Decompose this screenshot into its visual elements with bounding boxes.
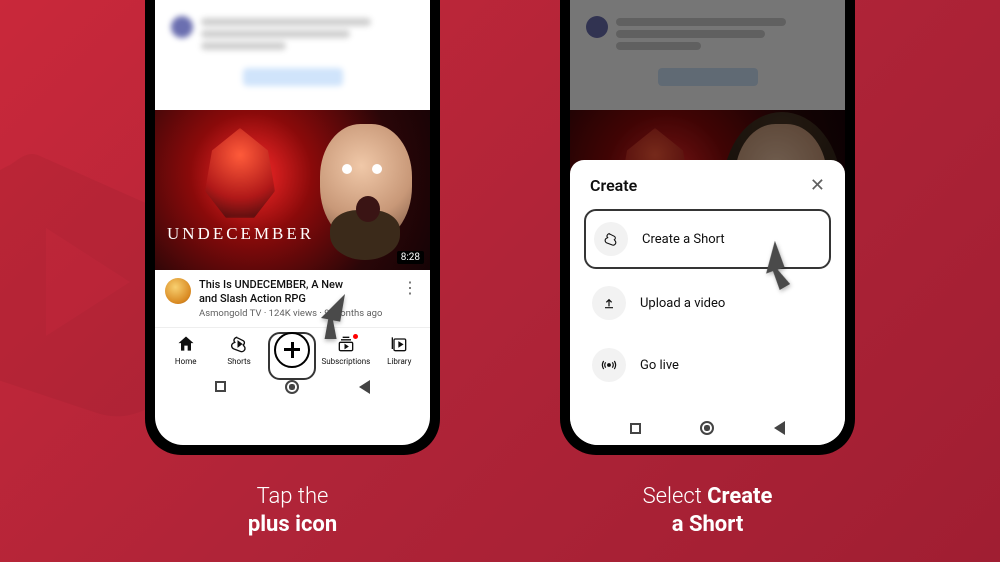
android-system-nav <box>155 370 430 404</box>
upload-video-option[interactable]: Upload a video <box>584 275 831 331</box>
android-recents-icon[interactable] <box>630 423 641 434</box>
notification-dot-icon <box>353 334 358 339</box>
nav-create[interactable] <box>266 332 318 368</box>
phone-mock-left: UNDECEMBER 8:28 This Is UNDECEMBER, A Ne… <box>145 0 440 455</box>
video-thumbnail[interactable]: UNDECEMBER 8:28 <box>155 110 430 270</box>
nav-shorts[interactable]: Shorts <box>213 334 265 366</box>
plus-icon <box>274 332 310 368</box>
more-options-icon[interactable]: ⋮ <box>400 278 420 319</box>
video-subline: Asmongold TV · 124K views · 9 months ago <box>199 308 392 319</box>
upload-video-label: Upload a video <box>640 296 725 311</box>
nav-home-label: Home <box>175 357 197 366</box>
create-sheet: Create ✕ Create a Short Upload a vid <box>570 160 845 411</box>
android-home-icon[interactable] <box>285 380 299 394</box>
android-back-icon[interactable] <box>359 380 370 394</box>
library-icon <box>389 334 409 356</box>
go-live-option[interactable]: Go live <box>584 337 831 393</box>
live-icon <box>592 348 626 382</box>
video-title: This Is UNDECEMBER, A New Hack and Slash… <box>199 278 392 306</box>
upload-icon <box>592 286 626 320</box>
duration-badge: 8:28 <box>397 251 424 264</box>
shorts-icon <box>594 222 628 256</box>
android-home-icon[interactable] <box>700 421 714 435</box>
android-system-nav <box>570 411 845 445</box>
bottom-nav: Home Shorts <box>155 327 430 370</box>
nav-shorts-label: Shorts <box>227 357 250 366</box>
blurred-feed-card <box>155 0 430 110</box>
channel-avatar[interactable] <box>165 278 191 304</box>
sheet-title: Create <box>590 176 637 195</box>
phone-mock-right: Create ✕ Create a Short Upload a vid <box>560 0 855 455</box>
video-metadata-row[interactable]: This Is UNDECEMBER, A New Hack and Slash… <box>155 270 430 327</box>
android-back-icon[interactable] <box>774 421 785 435</box>
nav-library-label: Library <box>387 357 411 366</box>
caption-right: Select Create a Short <box>643 483 773 538</box>
thumbnail-title: UNDECEMBER <box>167 224 314 244</box>
create-short-label: Create a Short <box>642 232 725 247</box>
nav-home[interactable]: Home <box>160 334 212 366</box>
home-icon <box>176 334 196 356</box>
nav-subscriptions-label: Subscriptions <box>321 357 370 366</box>
go-live-label: Go live <box>640 358 679 373</box>
shorts-icon <box>229 334 249 356</box>
caption-left: Tap the plus icon <box>248 483 337 538</box>
create-short-option[interactable]: Create a Short <box>584 209 831 269</box>
android-recents-icon[interactable] <box>215 381 226 392</box>
nav-subscriptions[interactable]: Subscriptions <box>320 334 372 366</box>
nav-library[interactable]: Library <box>373 334 425 366</box>
close-icon[interactable]: ✕ <box>810 177 825 195</box>
